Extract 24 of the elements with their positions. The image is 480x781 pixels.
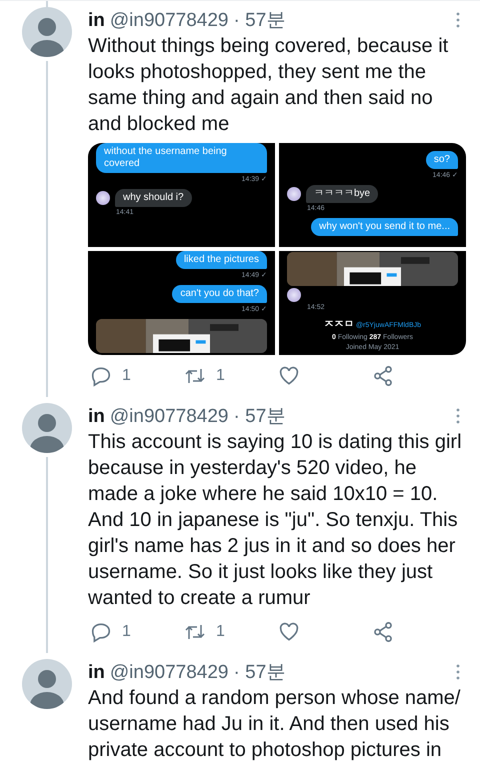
sent-message: can't you do that? (172, 285, 267, 303)
tweet-text: And found a random person whose name/ username had Ju in it. And then used his private account to photoshop pictures in (88, 686, 462, 763)
tweet-time: · 57분 (234, 405, 286, 429)
user-name[interactable]: in (88, 10, 105, 32)
user-name[interactable]: in (88, 662, 105, 684)
user-handle[interactable]: @in90778429 (110, 10, 229, 32)
sent-message: without the username being covered (96, 143, 267, 173)
reply-button[interactable]: 1 (90, 365, 184, 387)
user-handle[interactable]: @in90778429 (110, 406, 229, 428)
reply-button[interactable]: 1 (90, 621, 184, 643)
sent-message: so? (426, 151, 458, 169)
retweet-button[interactable]: 1 (184, 621, 278, 643)
tweet-time: · 57분 (234, 9, 286, 33)
received-message: ㅋㅋㅋㅋbye (306, 185, 378, 203)
tweet-text: This account is saying 10 is dating this girl because in yesterday's 520 video, he made a joke where he said 10x10 = 10. And 10 in japanese is "ju". So tenxju. This girl's name has 2 jus in it and so does her username. So it just looks like they just wanted to create a rumur (88, 430, 463, 611)
sent-message: liked the pictures (176, 251, 267, 269)
received-message: why should i? (115, 189, 192, 207)
profile-name: ㅈㅈㅁ (324, 319, 354, 330)
sent-message: why won't you send it to me... (311, 218, 458, 236)
retweet-button[interactable]: 1 (184, 365, 278, 387)
tweet-text: Without things being covered, because it looks photoshopped, they sent me the same thing and again and then said no and blocked me (88, 34, 450, 137)
user-handle[interactable]: @in90778429 (110, 662, 229, 684)
tweet-time: · 57분 (234, 661, 286, 685)
user-name[interactable]: in (88, 406, 105, 428)
